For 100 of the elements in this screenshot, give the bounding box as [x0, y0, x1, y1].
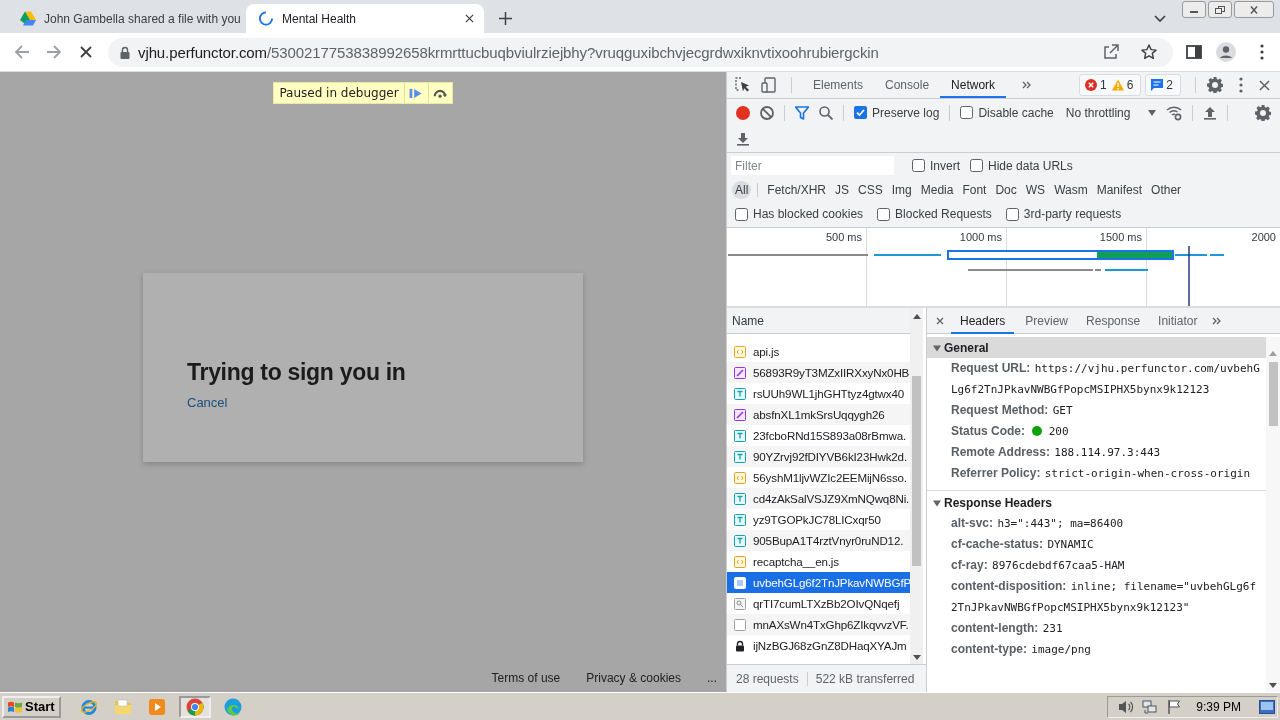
- filter-icon[interactable]: [795, 105, 809, 120]
- checkbox[interactable]: [912, 159, 925, 172]
- details-tab[interactable]: Preview: [1016, 307, 1078, 334]
- taskbar-button[interactable]: [178, 695, 211, 718]
- footer-link[interactable]: Privacy & cookies: [586, 671, 681, 685]
- clear-icon[interactable]: [760, 105, 774, 120]
- scroll-down-icon[interactable]: [912, 655, 921, 660]
- panel-tab[interactable]: Elements: [802, 72, 875, 98]
- double-chevron-icon[interactable]: [1022, 81, 1033, 89]
- network-icon[interactable]: [1142, 698, 1159, 715]
- request-row[interactable]: qrTI7cumLTXzBb2OIvQNqefj: [727, 593, 910, 614]
- request-row[interactable]: rsUUh9WL1jhGHTtyz4gtwx40: [727, 383, 910, 404]
- stop-icon[interactable]: [78, 44, 94, 60]
- back-arrow-icon[interactable]: [14, 44, 30, 60]
- type-filter-tab[interactable]: Doc: [992, 180, 1020, 199]
- scrollbar-thumb[interactable]: [912, 376, 921, 566]
- record-icon[interactable]: [736, 105, 750, 120]
- messages-counter[interactable]: 2: [1145, 74, 1181, 96]
- section-header[interactable]: Response Headers: [927, 492, 1266, 513]
- request-row[interactable]: 905BupA1T4rztVnyr0ruND12.: [727, 530, 910, 551]
- speaker-icon[interactable]: [1118, 698, 1135, 715]
- type-filter-tab[interactable]: CSS: [855, 180, 886, 199]
- kebab-menu-icon[interactable]: [1239, 77, 1243, 93]
- scrollbar[interactable]: [910, 308, 923, 664]
- upload-icon[interactable]: [1203, 105, 1218, 120]
- start-button[interactable]: Start: [2, 695, 61, 718]
- checkbox[interactable]: [854, 106, 867, 119]
- close-icon[interactable]: [465, 14, 474, 23]
- type-filter-tab[interactable]: All: [732, 180, 752, 199]
- profile-avatar-icon[interactable]: [1216, 42, 1236, 62]
- settings-icon[interactable]: [1255, 104, 1271, 121]
- time-tick-label: 1500 ms: [1099, 230, 1143, 243]
- request-row[interactable]: mnAXsWn4TxGhp6ZIkqvvzVF.: [727, 614, 910, 635]
- details-tab[interactable]: Headers: [951, 307, 1015, 334]
- type-filter-tab[interactable]: Wasm: [1051, 180, 1091, 199]
- panel-tab[interactable]: Console: [874, 72, 941, 98]
- request-row[interactable]: 56893R9yT3MZxIIRXxyNx0HB: [727, 362, 910, 383]
- scroll-down-icon[interactable]: [1269, 683, 1277, 688]
- request-row[interactable]: absfnXL1mkSrsUqqygh26: [727, 404, 910, 425]
- double-chevron-icon[interactable]: [1212, 316, 1223, 325]
- request-row[interactable]: uvbehGLg6f2TnJPkavNWBGfP: [727, 572, 910, 593]
- scrollbar-thumb[interactable]: [1268, 362, 1278, 426]
- details-tab[interactable]: Response: [1077, 307, 1150, 334]
- address-bar[interactable]: vjhu.perfunctor.com/5300217753838992658krmrttucbuqbviulrziejbhy?vruqguxibchvjecgrdwxiknvtixoohrubiergckin: [108, 37, 1173, 67]
- side-panel-icon[interactable]: [1186, 44, 1202, 60]
- browser-tab[interactable]: Mental Health: [246, 4, 484, 33]
- request-row[interactable]: yz9TGOPkJC78LICxqr50: [727, 509, 910, 530]
- type-filter-tab[interactable]: Other: [1148, 180, 1185, 199]
- column-header[interactable]: Name: [727, 308, 910, 334]
- minimize-button[interactable]: [1182, 1, 1206, 18]
- caret-down-icon[interactable]: [1154, 15, 1166, 23]
- device-toolbar-icon[interactable]: [761, 77, 777, 93]
- plus-icon[interactable]: [499, 12, 512, 25]
- request-row[interactable]: cd4zAkSalVSJZ9XmNQwq8Ni.: [727, 488, 910, 509]
- window-close-button[interactable]: [1234, 1, 1274, 18]
- search-icon[interactable]: [819, 105, 833, 120]
- checkbox[interactable]: [1005, 207, 1019, 221]
- inspect-element-icon[interactable]: [735, 77, 751, 93]
- request-row[interactable]: ijNzBGJ68zGnZ8DHaqXYAJm: [727, 635, 910, 656]
- scrollbar[interactable]: [1266, 337, 1280, 692]
- request-row[interactable]: api.js: [727, 341, 910, 362]
- show-desktop-icon[interactable]: [1259, 699, 1275, 714]
- network-conditions-icon[interactable]: [1166, 104, 1183, 121]
- download-icon[interactable]: [736, 132, 750, 146]
- star-icon[interactable]: [1141, 44, 1157, 60]
- filter-input[interactable]: Filter: [731, 156, 894, 175]
- type-filter-tab[interactable]: JS: [832, 180, 853, 199]
- checkbox[interactable]: [970, 159, 983, 172]
- forward-arrow-icon[interactable]: [46, 44, 62, 60]
- issues-counter[interactable]: 1 6: [1078, 74, 1142, 96]
- flag-icon[interactable]: [1166, 698, 1183, 715]
- type-filter-tab[interactable]: Manifest: [1093, 180, 1146, 199]
- settings-icon[interactable]: [1207, 77, 1223, 93]
- request-row[interactable]: 90YZrvj92fDIYVB6kI23Hwk2d.: [727, 446, 910, 467]
- cancel-link[interactable]: Cancel: [187, 395, 228, 410]
- checkbox[interactable]: [877, 207, 891, 221]
- type-filter-tab[interactable]: Fetch/XHR: [764, 180, 830, 199]
- request-row[interactable]: 23fcboRNd15S893a08rBmwa.: [727, 425, 910, 446]
- type-filter-tab[interactable]: Media: [917, 180, 957, 199]
- footer-link[interactable]: Terms of use: [491, 671, 561, 685]
- request-row[interactable]: 56yshM1ljvWZIc2EEMijN6sso.: [727, 467, 910, 488]
- kebab-menu-icon[interactable]: [1260, 44, 1264, 60]
- checkbox[interactable]: [735, 207, 748, 221]
- type-filter-tab[interactable]: WS: [1022, 180, 1049, 199]
- details-tab[interactable]: Initiator: [1149, 307, 1207, 334]
- scroll-up-icon[interactable]: [912, 314, 921, 319]
- request-row[interactable]: recaptcha__en.js: [727, 551, 910, 572]
- checkbox[interactable]: [960, 106, 974, 119]
- header-line: alt-svc: h3=":443"; ma=86400: [950, 515, 1125, 532]
- section-header[interactable]: General: [927, 337, 1266, 358]
- close-icon[interactable]: [936, 316, 944, 325]
- share-icon[interactable]: [1103, 44, 1119, 60]
- time-tick-label: 1000 ms: [959, 230, 1003, 243]
- throttling-dropdown[interactable]: No throttling: [1065, 105, 1157, 120]
- checkbox-label: Hide data URLs: [988, 158, 1073, 173]
- close-icon[interactable]: [1259, 79, 1270, 91]
- type-filter-tab[interactable]: Font: [959, 180, 990, 199]
- footer-link[interactable]: ...: [707, 671, 717, 685]
- restore-button[interactable]: [1208, 1, 1232, 18]
- type-filter-tab[interactable]: Img: [888, 180, 915, 199]
